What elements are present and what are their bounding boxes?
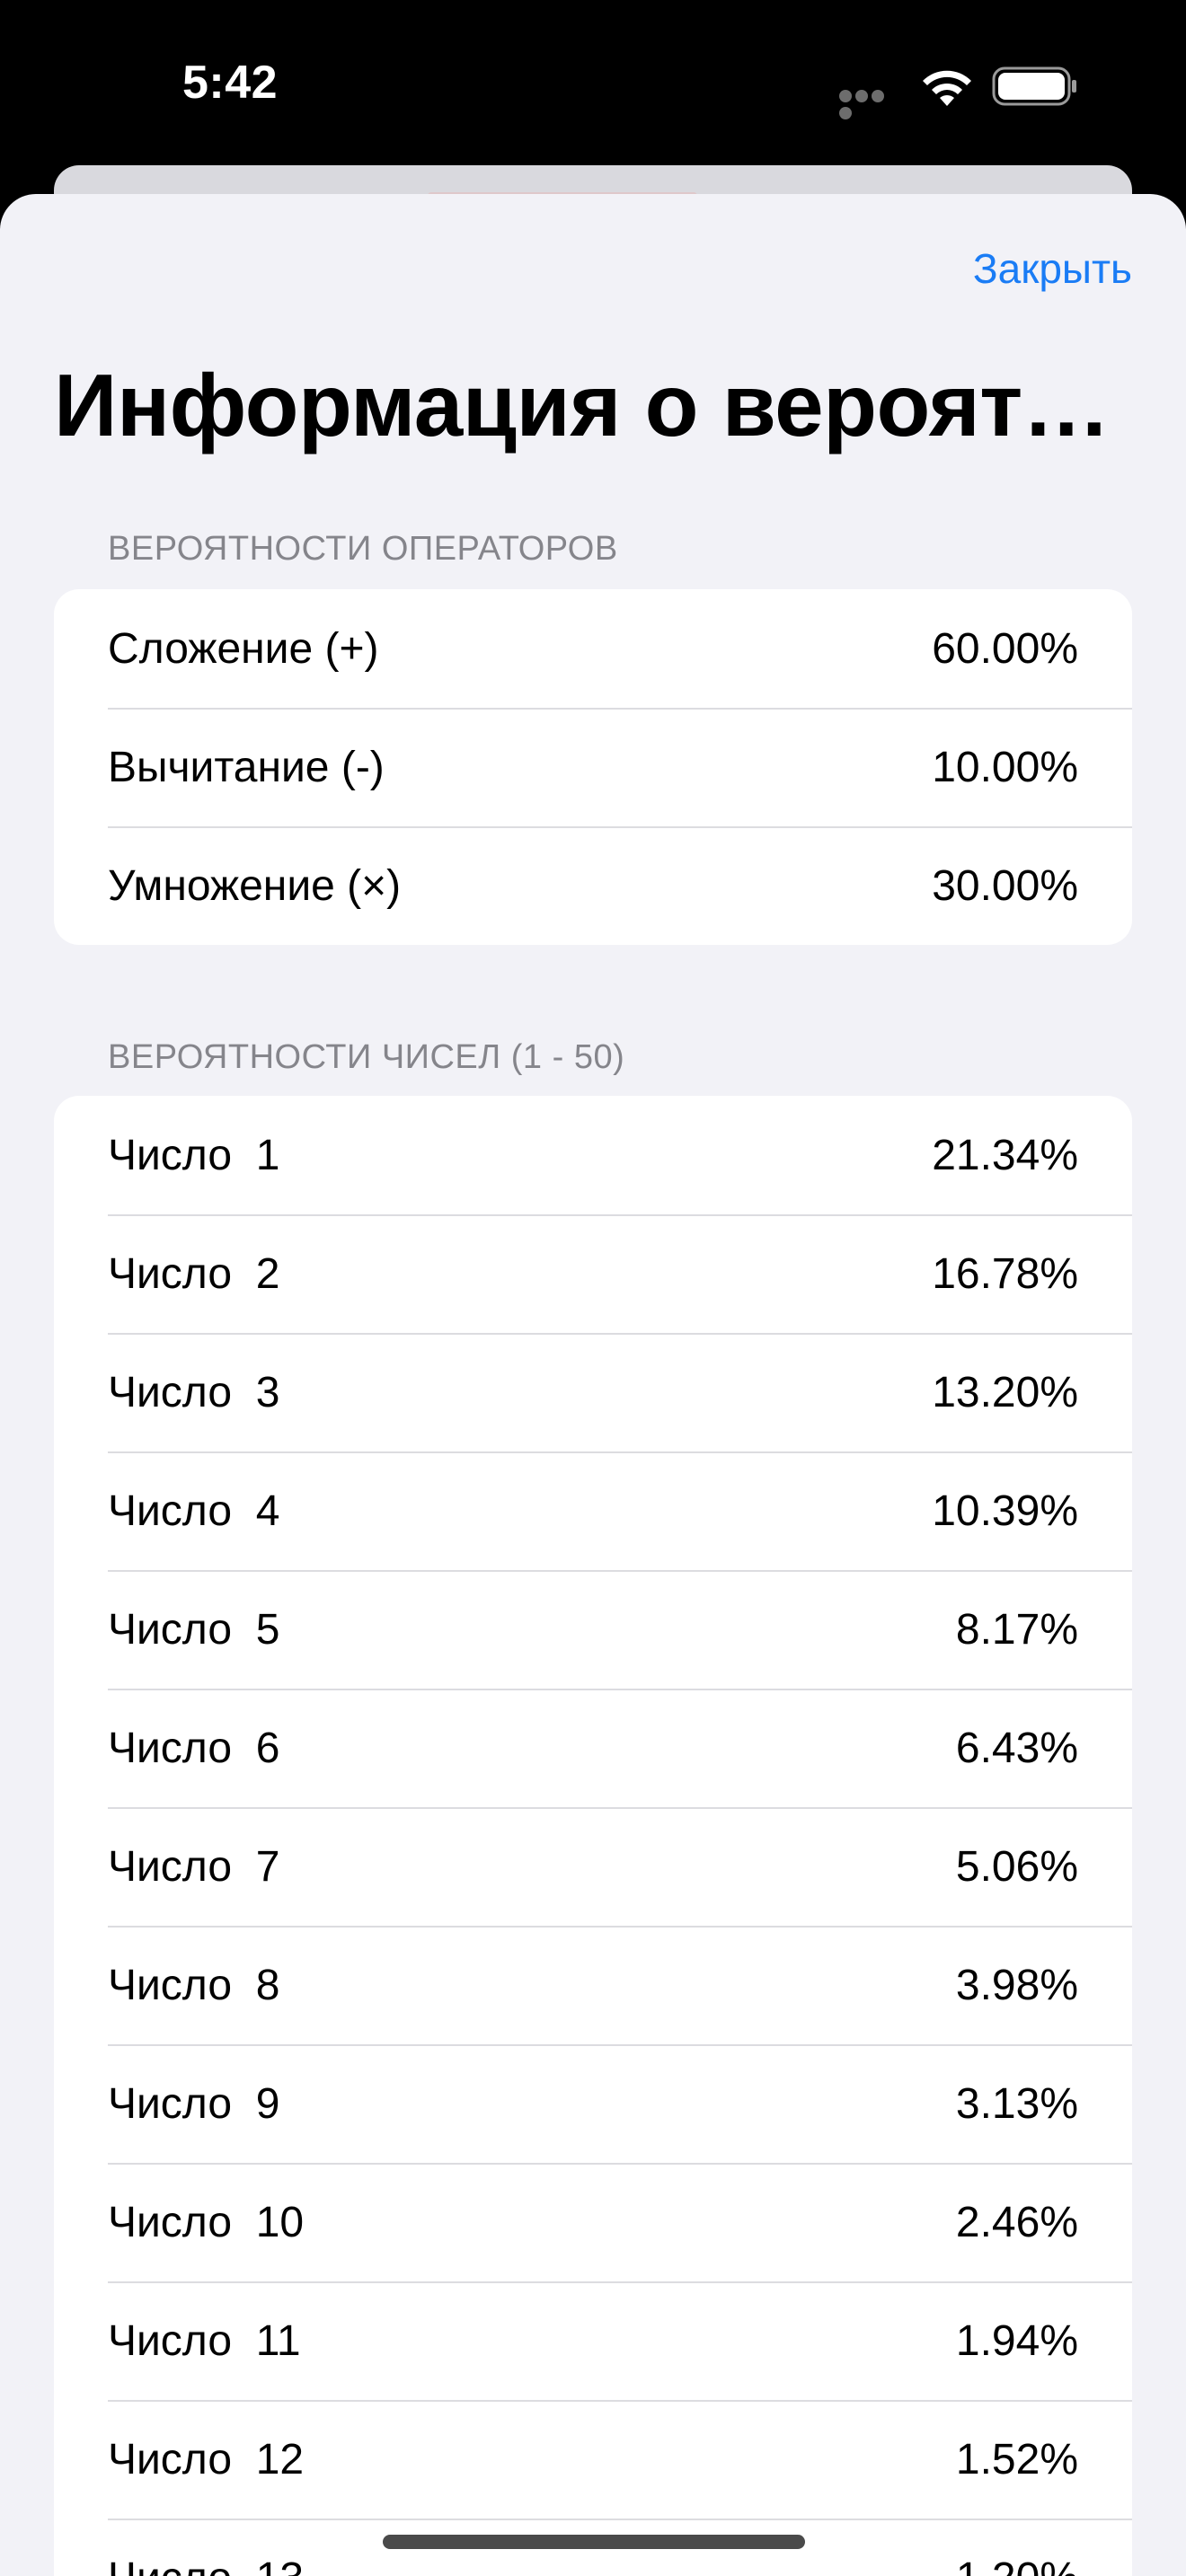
numbers-list: Число 1 21.34% Число 2 16.78% Число 3 13.20% Ч…	[54, 1096, 1132, 2576]
row-value: 60.00%	[932, 624, 1078, 673]
row-value: 13.20%	[932, 1368, 1078, 1416]
row-value: 30.00%	[932, 861, 1078, 910]
row-value: 21.34%	[932, 1131, 1078, 1179]
row-label: Число 12	[108, 2435, 305, 2483]
row-label: Число 10	[108, 2198, 305, 2246]
row-label: Число 13	[108, 2554, 304, 2576]
cellular-signal-icon	[839, 90, 902, 119]
number-row: Число 4 10.39%	[54, 1451, 1132, 1570]
number-row: Число 6 6.43%	[54, 1689, 1132, 1807]
row-label: Число 11	[108, 2316, 301, 2365]
operator-row: Сложение (+) 60.00%	[54, 589, 1132, 708]
row-label: Число 8	[108, 1961, 280, 2009]
row-value: 2.46%	[955, 2198, 1078, 2246]
status-time: 5:42	[181, 57, 279, 109]
operator-row: Умножение (×) 30.00%	[54, 826, 1132, 945]
row-label: Сложение (+)	[108, 624, 379, 673]
row-label: Вычитание (-)	[108, 743, 385, 791]
numbers-section-header: ВЕРОЯТНОСТИ ЧИСЕЛ (1 - 50)	[108, 1038, 625, 1076]
probability-info-sheet: Закрыть Информация о вероят… ВЕРОЯТНОСТИ…	[0, 194, 1186, 2576]
row-label: Умножение (×)	[108, 861, 402, 910]
row-value: 16.78%	[932, 1249, 1078, 1298]
number-row: Число 1 21.34%	[54, 1096, 1132, 1214]
row-label: Число 2	[108, 1249, 280, 1298]
row-value: 10.39%	[932, 1486, 1078, 1535]
home-indicator[interactable]	[383, 2535, 805, 2549]
row-value: 5.06%	[955, 1842, 1078, 1891]
row-value: 1.94%	[955, 2316, 1078, 2365]
row-value: 6.43%	[955, 1724, 1078, 1772]
operators-list: Сложение (+) 60.00% Вычитание (-) 10.00% Умн…	[54, 589, 1132, 945]
number-row: Число 2 16.78%	[54, 1214, 1132, 1333]
row-label: Число 5	[108, 1605, 280, 1654]
row-label: Число 1	[108, 1131, 280, 1179]
row-value: 1.52%	[955, 2435, 1078, 2483]
row-value: 8.17%	[955, 1605, 1078, 1654]
row-value: 3.13%	[955, 2079, 1078, 2128]
status-bar: 5:42	[0, 0, 1186, 171]
number-row: Число 5 8.17%	[54, 1570, 1132, 1689]
row-value: 10.00%	[932, 743, 1078, 791]
number-row: Число 3 13.20%	[54, 1333, 1132, 1451]
row-value: 3.98%	[955, 1961, 1078, 2009]
number-row: Число 7 5.06%	[54, 1807, 1132, 1926]
close-button[interactable]: Закрыть	[973, 244, 1132, 293]
operator-row: Вычитание (-) 10.00%	[54, 708, 1132, 826]
number-row: Число 10 2.46%	[54, 2163, 1132, 2281]
row-label: Число 4	[108, 1486, 280, 1535]
number-row: Число 8 3.98%	[54, 1926, 1132, 2044]
number-row: Число 11 1.94%	[54, 2281, 1132, 2400]
number-row: Число 9 3.13%	[54, 2044, 1132, 2163]
row-label: Число 6	[108, 1724, 280, 1772]
row-label: Число 7	[108, 1842, 280, 1891]
wifi-icon	[923, 70, 971, 106]
battery-icon	[992, 66, 1076, 106]
page-title: Информация о вероят…	[54, 357, 1111, 454]
row-label: Число 9	[108, 2079, 280, 2128]
row-label: Число 3	[108, 1368, 280, 1416]
row-value: 1.20%	[956, 2554, 1078, 2576]
operators-section-header: ВЕРОЯТНОСТИ ОПЕРАТОРОВ	[108, 530, 618, 568]
number-row: Число 12 1.52%	[54, 2400, 1132, 2519]
